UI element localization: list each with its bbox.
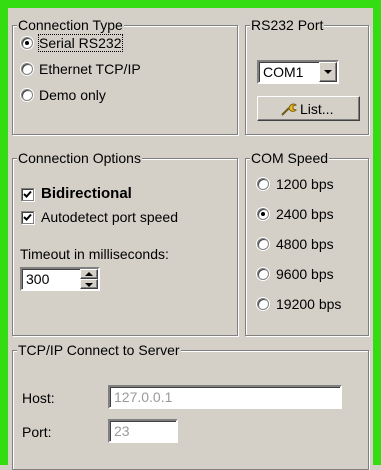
autodetect-label[interactable]: Autodetect port speed <box>41 209 178 225</box>
radio-ethernet-tcpip-label[interactable]: Ethernet TCP/IP <box>39 61 141 77</box>
radio-speed-1200[interactable] <box>257 178 269 190</box>
host-label: Host: <box>22 390 55 406</box>
radio-ethernet-tcpip[interactable] <box>21 63 33 75</box>
radio-speed-2400[interactable] <box>257 208 269 220</box>
list-ports-label: List... <box>300 101 334 117</box>
port-input[interactable]: 23 <box>108 419 178 443</box>
autodetect-checkbox[interactable] <box>21 211 34 224</box>
radio-serial-rs232[interactable] <box>21 37 33 49</box>
rs232-port-title: RS232 Port <box>250 17 325 33</box>
timeout-decrement-button[interactable] <box>80 279 98 289</box>
timeout-value: 300 <box>26 271 50 287</box>
radio-speed-4800-label[interactable]: 4800 bps <box>276 236 334 252</box>
radio-speed-9600[interactable] <box>257 268 269 280</box>
rs232-port-group: RS232 Port COM1 List... <box>245 17 369 135</box>
connection-type-group: Connection Type Serial RS232 Ethernet TC… <box>12 17 238 135</box>
settings-panel: Connection Type Serial RS232 Ethernet TC… <box>8 8 373 470</box>
radio-demo-only[interactable] <box>21 89 33 101</box>
bidirectional-checkbox[interactable] <box>21 188 34 201</box>
timeout-spinner[interactable]: 300 <box>20 267 100 291</box>
radio-speed-19200[interactable] <box>257 298 269 310</box>
chevron-up-icon <box>85 272 93 276</box>
bidirectional-label[interactable]: Bidirectional <box>41 186 132 202</box>
com-port-dropdown-button[interactable] <box>319 62 337 82</box>
com-speed-group: COM Speed 1200 bps 2400 bps 4800 bps 960… <box>245 150 369 336</box>
checkmark-icon <box>23 190 32 198</box>
tcpip-title: TCP/IP Connect to Server <box>17 342 181 358</box>
chevron-down-icon <box>85 283 93 287</box>
com-speed-title: COM Speed <box>250 150 330 166</box>
radio-demo-only-label[interactable]: Demo only <box>39 87 106 103</box>
radio-serial-rs232-label[interactable]: Serial RS232 <box>38 34 123 52</box>
checkmark-icon <box>23 213 32 221</box>
radio-speed-4800[interactable] <box>257 238 269 250</box>
radio-speed-1200-label[interactable]: 1200 bps <box>276 176 334 192</box>
timeout-label: Timeout in milliseconds: <box>20 246 169 262</box>
timeout-increment-button[interactable] <box>80 269 98 279</box>
port-label: Port: <box>22 424 52 440</box>
connection-options-group: Connection Options Bidirectional Autodet… <box>12 150 238 336</box>
list-ports-button[interactable]: List... <box>257 96 360 121</box>
com-port-select[interactable]: COM1 <box>257 60 339 84</box>
radio-speed-2400-label[interactable]: 2400 bps <box>276 206 334 222</box>
radio-speed-19200-label[interactable]: 19200 bps <box>276 296 341 312</box>
connection-options-title: Connection Options <box>17 150 142 166</box>
host-input[interactable]: 127.0.0.1 <box>108 385 342 409</box>
tool-icon <box>281 103 297 116</box>
radio-speed-9600-label[interactable]: 9600 bps <box>276 266 334 282</box>
chevron-down-icon <box>324 70 332 74</box>
connection-type-title: Connection Type <box>17 17 124 33</box>
tcpip-group: TCP/IP Connect to Server Host: 127.0.0.1… <box>12 342 369 470</box>
com-port-value: COM1 <box>263 64 304 80</box>
